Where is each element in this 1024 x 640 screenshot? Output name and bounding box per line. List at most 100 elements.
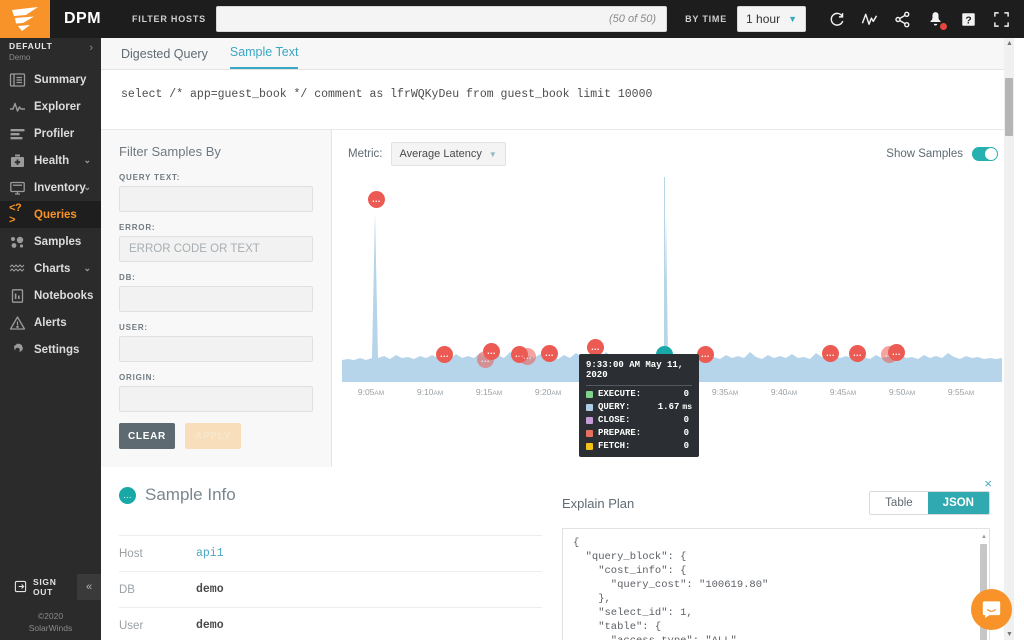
samples-icon	[9, 234, 26, 250]
fullscreen-icon[interactable]	[993, 11, 1010, 28]
bell-icon[interactable]	[927, 11, 944, 28]
page-scrollbar[interactable]: ▲ ▼	[1004, 38, 1014, 640]
show-samples-toggle[interactable]	[972, 147, 998, 161]
pulse-icon[interactable]	[861, 11, 878, 28]
table-row: Host api1	[119, 535, 542, 571]
sidebar-item-label: Summary	[34, 74, 86, 86]
toggle-knob	[985, 148, 997, 160]
chevron-right-icon: ›	[89, 41, 93, 55]
sample-info-host-link[interactable]: api1	[196, 547, 224, 560]
x-tick: 9:40AM	[771, 387, 797, 397]
sidebar-item-health[interactable]: Health ⌄	[0, 147, 101, 174]
user-filter-input[interactable]	[119, 336, 313, 362]
sidebar-nav: DEFAULT Demo › Summary Explorer	[0, 38, 101, 640]
sidebar-footer: SIGN OUT «	[0, 574, 101, 600]
page-scroll-thumb[interactable]	[1005, 78, 1013, 136]
by-time-label: BY TIME	[685, 14, 727, 24]
close-icon[interactable]: ×	[984, 476, 992, 491]
sample-marker[interactable]: …	[888, 344, 905, 361]
clear-button[interactable]: CLEAR	[119, 423, 175, 449]
user-filter-label: USER:	[119, 323, 313, 332]
chart-tooltip: 9:33:00 AM May 11, 2020 EXECUTE: 0 QUERY…	[579, 354, 699, 457]
table-row: User demo	[119, 607, 542, 640]
error-filter-label: ERROR:	[119, 223, 313, 232]
sidebar-item-profiler[interactable]: Profiler	[0, 120, 101, 147]
query-tabs: Digested Query Sample Text	[101, 38, 1014, 69]
legend-swatch-close	[586, 417, 593, 424]
intercom-chat-icon	[981, 599, 1002, 620]
sample-marker[interactable]: …	[697, 346, 714, 363]
tab-sample-text[interactable]: Sample Text	[230, 45, 299, 69]
sidebar-item-samples[interactable]: Samples	[0, 228, 101, 255]
sample-info-panel: … Sample Info Host api1 DB demo User dem…	[101, 467, 562, 640]
app-brand-title: DPM	[50, 10, 132, 28]
sign-out-icon	[14, 580, 27, 595]
solarwinds-logo[interactable]	[0, 0, 50, 38]
charts-icon	[9, 261, 26, 277]
sample-marker[interactable]: …	[436, 346, 453, 363]
chart-plot-area[interactable]: … … … … … … … … … … … … … …	[342, 182, 1006, 382]
alerts-icon	[9, 315, 26, 331]
tooltip-key: FETCH:	[598, 441, 680, 451]
intercom-launcher-button[interactable]	[971, 589, 1012, 630]
sidebar-item-alerts[interactable]: Alerts	[0, 309, 101, 336]
time-range-value: 1 hour	[746, 12, 780, 26]
sidebar-item-inventory[interactable]: Inventory ⌄	[0, 174, 101, 201]
origin-filter-input[interactable]	[119, 386, 313, 412]
view-json-button[interactable]: JSON	[928, 492, 989, 514]
scroll-down-arrow-icon[interactable]: ▼	[1006, 631, 1013, 638]
notification-badge	[940, 23, 947, 30]
sidebar-item-notebooks[interactable]: Notebooks	[0, 282, 101, 309]
query-panel: Digested Query Sample Text	[101, 38, 1014, 70]
apply-button[interactable]: APPLY	[185, 423, 241, 449]
error-filter-placeholder: ERROR CODE OR TEXT	[129, 243, 260, 255]
collapse-sidebar-button[interactable]: «	[77, 574, 101, 600]
tooltip-key: EXECUTE:	[598, 389, 680, 399]
help-icon[interactable]: ?	[960, 11, 977, 28]
sidebar-item-summary[interactable]: Summary	[0, 66, 101, 93]
explain-plan-header: Explain Plan Table JSON	[562, 491, 990, 515]
sample-marker[interactable]: …	[483, 343, 500, 360]
query-text-filter-input[interactable]	[119, 186, 313, 212]
sample-info-key: Host	[119, 548, 196, 560]
scroll-up-arrow-icon[interactable]: ▲	[1006, 40, 1013, 47]
sample-detail-row: … Sample Info Host api1 DB demo User dem…	[101, 467, 1014, 640]
sidebar-item-queries[interactable]: <?> Queries	[0, 201, 101, 228]
explain-view-toggle: Table JSON	[869, 491, 990, 515]
x-tick: 9:15AM	[476, 387, 502, 397]
solarwinds-logo-icon	[10, 6, 40, 32]
sample-marker[interactable]: …	[368, 191, 385, 208]
sample-marker[interactable]: …	[519, 348, 536, 365]
sign-out-button[interactable]: SIGN OUT	[0, 577, 77, 597]
origin-filter-label: ORIGIN:	[119, 373, 313, 382]
queries-icon: <?>	[9, 207, 26, 223]
sample-marker[interactable]: …	[849, 345, 866, 362]
tooltip-value: 0	[684, 428, 689, 438]
sample-marker[interactable]: …	[822, 345, 839, 362]
sample-dots-icon: …	[119, 487, 136, 504]
sidebar-item-settings[interactable]: Settings	[0, 336, 101, 363]
sample-marker[interactable]: …	[541, 345, 558, 362]
view-table-button[interactable]: Table	[870, 492, 928, 514]
sample-info-key: User	[119, 620, 196, 632]
metric-select[interactable]: Average Latency ▼	[391, 142, 506, 166]
show-samples-control: Show Samples	[886, 147, 998, 161]
share-icon[interactable]	[894, 11, 911, 28]
sidebar-item-charts[interactable]: Charts ⌄	[0, 255, 101, 282]
tooltip-value: 0	[684, 389, 689, 399]
error-filter-input[interactable]: ERROR CODE OR TEXT	[119, 236, 313, 262]
db-filter-input[interactable]	[119, 286, 313, 312]
explain-plan-json-box[interactable]: { "query_block": { "cost_info": { "query…	[562, 528, 990, 640]
sidebar-item-explorer[interactable]: Explorer	[0, 93, 101, 120]
context-switcher[interactable]: DEFAULT Demo ›	[0, 38, 101, 66]
refresh-icon[interactable]	[828, 11, 845, 28]
filter-hosts-input[interactable]: (50 of 50)	[216, 6, 667, 32]
time-range-select[interactable]: 1 hour ▼	[737, 6, 806, 32]
sidebar-item-label: Explorer	[34, 101, 81, 113]
sql-text: select /* app=guest_book */ comment as l…	[121, 88, 994, 101]
filter-samples-panel: Filter Samples By QUERY TEXT: ERROR: ERR…	[101, 130, 332, 467]
tab-digested-query[interactable]: Digested Query	[121, 47, 208, 69]
tooltip-key: QUERY:	[598, 402, 654, 412]
inventory-icon	[9, 180, 26, 196]
filter-panel-heading: Filter Samples By	[119, 144, 313, 159]
